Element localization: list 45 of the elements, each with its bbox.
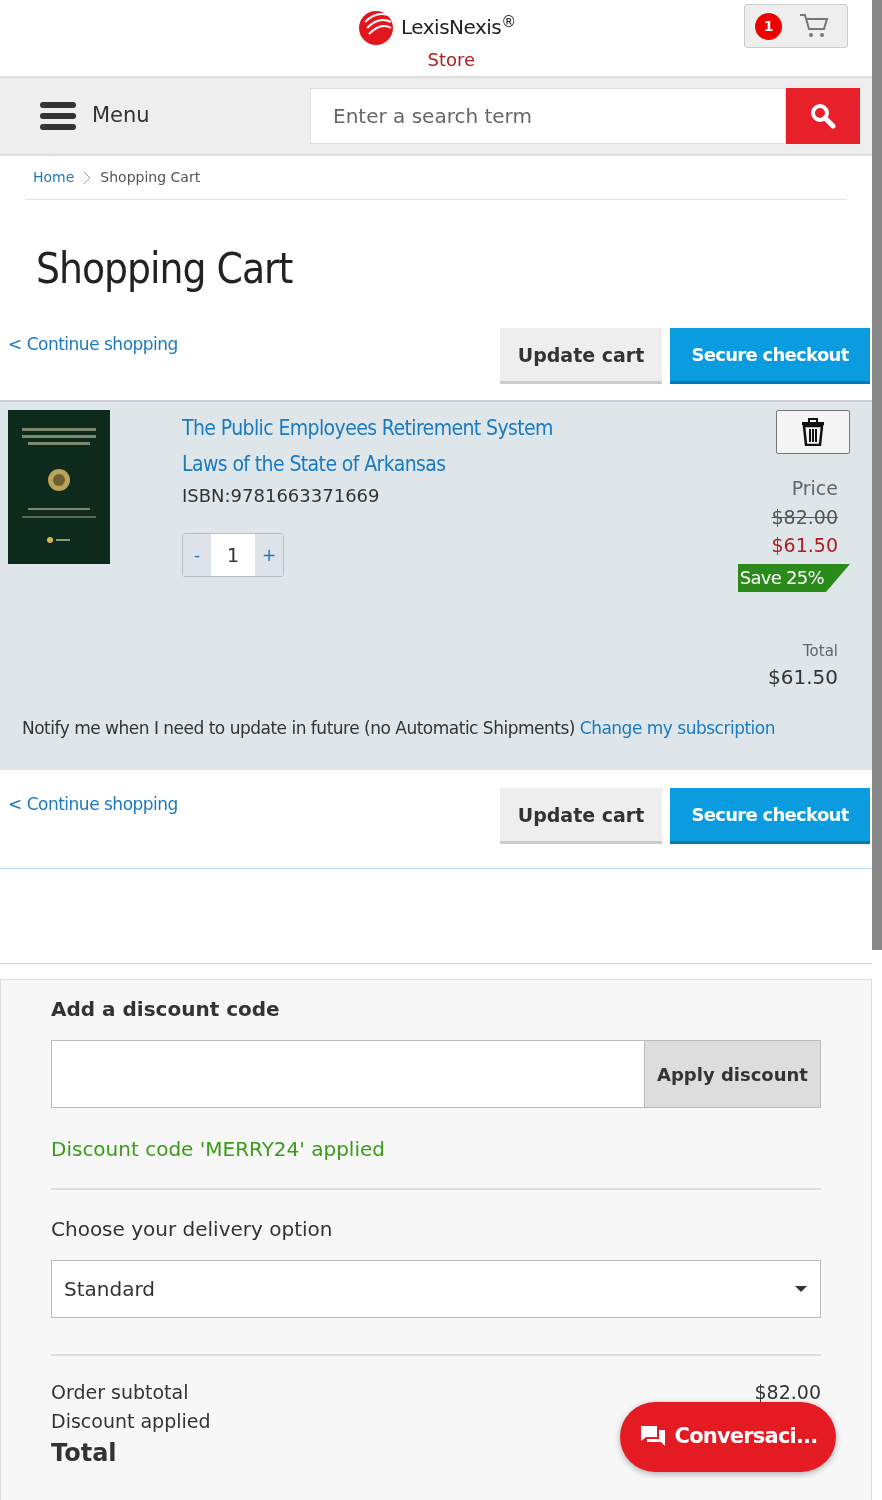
discount-applied-message: Discount code 'MERRY24' applied — [51, 1137, 385, 1162]
caret-icon — [794, 1285, 808, 1294]
chevron-icon — [82, 169, 93, 186]
search-button[interactable] — [786, 88, 860, 144]
total-label: Total — [802, 640, 838, 662]
page-title: Shopping Cart — [36, 244, 294, 295]
chat-button[interactable]: Conversaci... — [620, 1402, 836, 1472]
item-total: $61.50 — [768, 664, 838, 692]
update-cart-button[interactable]: Update cart — [500, 328, 662, 385]
delivery-select[interactable]: Standard — [51, 1260, 821, 1319]
summary-label: Total — [51, 1438, 117, 1470]
summary-label: Discount applied — [51, 1408, 211, 1434]
quantity-value: 1 — [211, 534, 255, 577]
price-label: Price — [791, 476, 838, 502]
search-field[interactable]: Enter a search term — [310, 88, 786, 144]
delete-button[interactable] — [776, 410, 850, 455]
original-price: $82.00 — [771, 504, 838, 530]
cart-icon — [799, 13, 829, 39]
cart-button[interactable]: 1 — [744, 4, 848, 48]
change-subscription-link[interactable]: Change my subscription — [579, 718, 775, 739]
breadcrumb-current: Shopping Cart — [100, 168, 201, 187]
quantity-stepper[interactable]: - 1 + — [182, 533, 284, 578]
continue-shopping-link[interactable]: < Continue shopping — [8, 332, 178, 393]
isbn-text: ISBN:9781663371669 — [182, 484, 381, 509]
store-label: Store — [426, 48, 477, 72]
search-icon — [810, 103, 836, 129]
trash-icon — [801, 418, 825, 447]
menu-button[interactable]: Menu — [40, 100, 150, 132]
secure-checkout-button[interactable]: Secure checkout — [670, 788, 870, 845]
notify-text: Notify me when I need to update in future (no Automatic Shipments) — [22, 718, 576, 739]
discount-heading: Add a discount code — [51, 996, 281, 1024]
summary-label: Order subtotal — [51, 1380, 189, 1406]
sale-price: $61.50 — [771, 533, 838, 559]
secure-checkout-button[interactable]: Secure checkout — [670, 328, 870, 385]
product-title-link[interactable]: Laws of the State of Arkansas — [182, 446, 446, 483]
continue-shopping-link[interactable]: < Continue shopping — [8, 792, 178, 853]
logo-text: LexisNexis$^{®}$ — [401, 12, 516, 41]
product-title-link[interactable]: The Public Employees Retirement System — [182, 410, 553, 447]
breadcrumb-link[interactable]: Home — [33, 167, 75, 188]
decrease-button[interactable]: - — [183, 534, 211, 577]
update-cart-button[interactable]: Update cart — [500, 788, 662, 845]
delivery-label: Choose your delivery option — [51, 1216, 334, 1244]
menu-icon — [40, 101, 76, 131]
cart-count-badge: 1 — [755, 13, 782, 40]
increase-button[interactable]: + — [255, 534, 283, 577]
